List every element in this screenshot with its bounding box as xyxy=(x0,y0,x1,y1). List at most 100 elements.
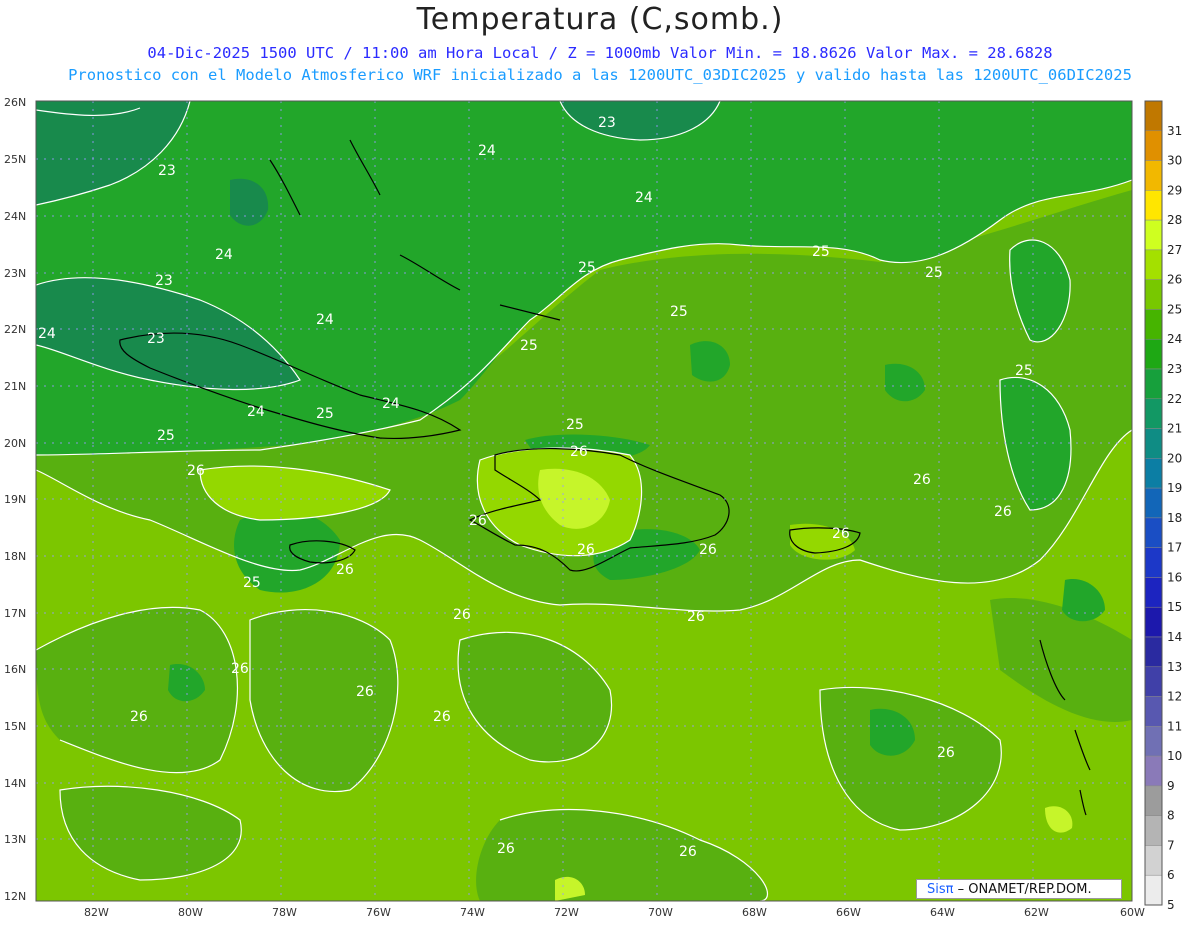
contour-label: 25 xyxy=(316,406,334,422)
temperature-field xyxy=(36,101,1132,901)
colorbar-label: 13 xyxy=(1167,660,1182,674)
contour-label: 25 xyxy=(578,260,596,276)
colorbar-label: 31 xyxy=(1167,124,1182,138)
contour-label: 25 xyxy=(925,265,943,281)
colorbar-label: 15 xyxy=(1167,600,1182,614)
contour-label: 26 xyxy=(699,542,717,558)
lat-label: 13N xyxy=(4,833,26,846)
colorbar-label: 12 xyxy=(1167,690,1182,704)
contour-label: 24 xyxy=(247,404,265,420)
contour-label: 26 xyxy=(994,504,1012,520)
colorbar-label: 24 xyxy=(1167,332,1182,346)
contour-label: 25 xyxy=(1015,363,1033,379)
lon-label: 72W xyxy=(554,906,579,919)
contour-label: 26 xyxy=(497,841,515,857)
colorbar-label: 19 xyxy=(1167,481,1182,495)
lon-label: 68W xyxy=(742,906,767,919)
contour-label: 26 xyxy=(679,844,697,860)
colorbar-label: 9 xyxy=(1167,779,1175,793)
contour-label: 26 xyxy=(231,661,249,677)
contour-label: 25 xyxy=(520,338,538,354)
lat-label: 24N xyxy=(4,210,26,223)
lat-label: 18N xyxy=(4,550,26,563)
colorbar-swatch xyxy=(1144,696,1163,727)
colorbar-label: 26 xyxy=(1167,273,1182,287)
lat-label: 19N xyxy=(4,493,26,506)
colorbar-swatch xyxy=(1144,309,1163,340)
lon-label: 82W xyxy=(84,906,109,919)
lon-label: 60W xyxy=(1120,906,1145,919)
colorbar-swatch xyxy=(1144,785,1163,816)
lat-label: 26N xyxy=(4,96,26,109)
lat-label: 14N xyxy=(4,777,26,790)
contour-label: 25 xyxy=(243,575,261,591)
colorbar-swatch xyxy=(1144,160,1163,191)
contour-label: 26 xyxy=(570,444,588,460)
colorbar-swatch xyxy=(1144,100,1163,132)
colorbar-swatch xyxy=(1144,219,1163,251)
contour-label: 24 xyxy=(635,190,653,206)
colorbar-swatch xyxy=(1144,279,1163,310)
colorbar-swatch xyxy=(1144,815,1163,846)
colorbar-label: 23 xyxy=(1167,362,1182,376)
contour-label: 25 xyxy=(670,304,688,320)
contour-label: 25 xyxy=(812,244,830,260)
contour-label: 23 xyxy=(598,115,616,131)
colorbar-label: 30 xyxy=(1167,154,1182,168)
contour-label: 26 xyxy=(832,526,850,542)
lat-label: 15N xyxy=(4,720,26,733)
colorbar-label: 17 xyxy=(1167,541,1182,555)
colorbar-swatch xyxy=(1144,577,1163,608)
colorbar-swatch xyxy=(1144,874,1163,906)
colorbar-swatch xyxy=(1144,368,1163,400)
lon-label: 80W xyxy=(178,906,203,919)
longitude-axis: 82W 80W 78W 76W 74W 72W 70W 68W 66W 64W … xyxy=(84,906,1145,919)
contour-label: 24 xyxy=(215,247,233,263)
colorbar-label: 7 xyxy=(1167,838,1175,852)
lat-label: 23N xyxy=(4,267,26,280)
colorbar-label: 16 xyxy=(1167,570,1182,584)
colorbar-label: 5 xyxy=(1167,898,1175,912)
contour-label: 26 xyxy=(913,472,931,488)
credit-text: – ONAMET/REP.DOM. xyxy=(957,882,1092,897)
contour-label: 24 xyxy=(478,143,496,159)
colorbar-swatch xyxy=(1144,190,1163,221)
colorbar-label: 22 xyxy=(1167,392,1182,406)
colorbar-label: 10 xyxy=(1167,749,1182,763)
lon-label: 66W xyxy=(836,906,861,919)
colorbar-swatch xyxy=(1144,755,1163,787)
contour-label: 26 xyxy=(356,684,374,700)
contour-label: 26 xyxy=(336,562,354,578)
lat-label: 16N xyxy=(4,663,26,676)
contour-label: 23 xyxy=(158,163,176,179)
lon-label: 74W xyxy=(460,906,485,919)
lat-label: 25N xyxy=(4,153,26,166)
contour-label: 25 xyxy=(566,417,584,433)
contour-label: 23 xyxy=(155,273,173,289)
colorbar-swatch xyxy=(1144,487,1163,519)
lon-label: 76W xyxy=(366,906,391,919)
colorbar-swatch xyxy=(1144,517,1163,548)
colorbar-legend: 31 30 29 28 27 26 25 24 23 22 21 20 19 18 17 16 15 14 13 12… xyxy=(1144,100,1182,912)
contour-label: 26 xyxy=(453,607,471,623)
contour-label: 24 xyxy=(382,396,400,412)
contour-label: 26 xyxy=(577,542,595,558)
contour-label: 26 xyxy=(130,709,148,725)
lon-label: 70W xyxy=(648,906,673,919)
colorbar-swatch xyxy=(1144,606,1163,638)
colorbar-swatch xyxy=(1144,547,1163,578)
colorbar-swatch xyxy=(1144,398,1163,429)
colorbar-label: 20 xyxy=(1167,451,1182,465)
colorbar-label: 18 xyxy=(1167,511,1182,525)
colorbar-label: 11 xyxy=(1167,719,1182,733)
contour-label: 26 xyxy=(937,745,955,761)
colorbar-swatch xyxy=(1144,845,1163,876)
contour-label: 24 xyxy=(38,326,56,342)
colorbar-label: 28 xyxy=(1167,213,1182,227)
contour-label: 26 xyxy=(687,609,705,625)
contour-label: 26 xyxy=(433,709,451,725)
colorbar-label: 21 xyxy=(1167,422,1182,436)
colorbar-swatch xyxy=(1144,130,1163,161)
colorbar-label: 14 xyxy=(1167,630,1182,644)
latitude-axis: 26N 25N 24N 23N 22N 21N 20N 19N 18N 17N … xyxy=(4,96,26,903)
